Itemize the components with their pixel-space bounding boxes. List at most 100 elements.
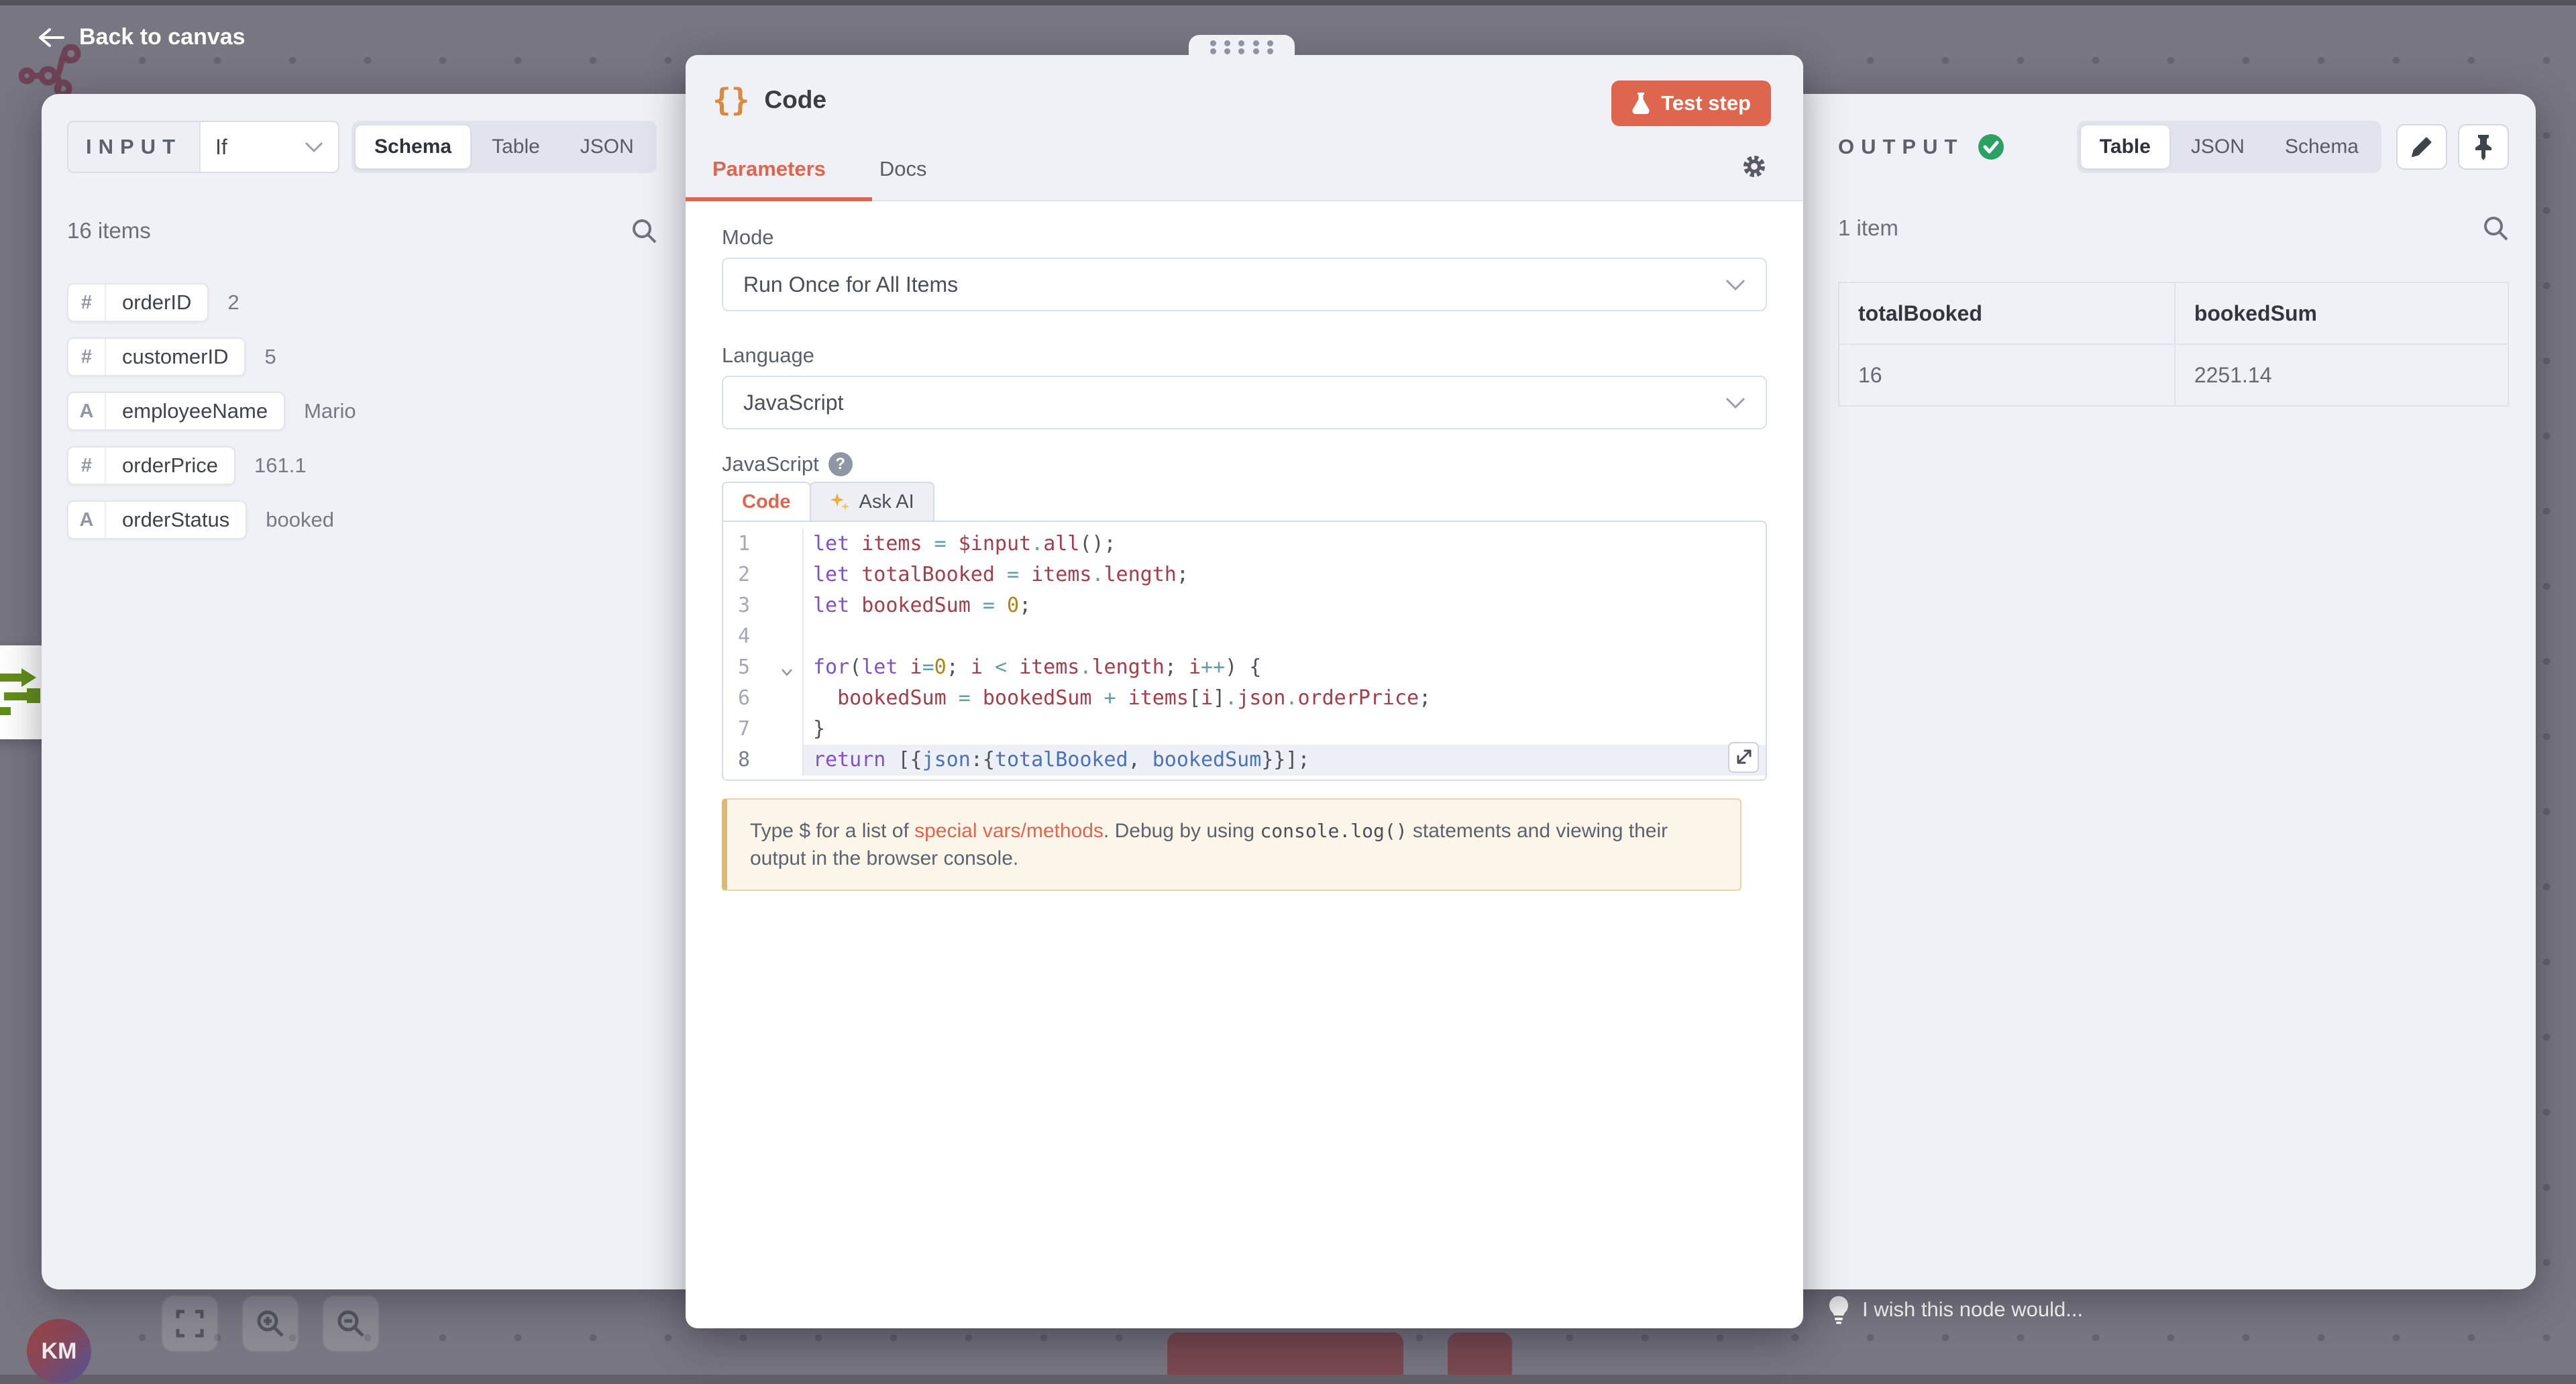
tab-parameters[interactable]: Parameters [712,157,826,181]
hint-prefix: Type $ for a list of [750,820,914,842]
fold-chevron-icon[interactable] [781,655,793,686]
node-feedback-button[interactable]: I wish this node would... [1827,1295,2083,1324]
table-cell: 2251.14 [2175,344,2508,406]
drag-dot [1224,48,1230,54]
avatar-initials: KM [42,1338,77,1365]
code-line: 5for(let i=0; i < items.length; i++) { [723,652,1766,683]
schema-field[interactable]: #orderPrice 161.1 [67,446,657,485]
drag-dot [1238,40,1244,46]
number-type-icon: # [68,284,106,321]
output-tab-json[interactable]: JSON [2172,125,2263,168]
input-search-button[interactable] [631,217,657,244]
input-label: INPUT [86,135,182,159]
input-view-tabs: Schema Table JSON [352,121,657,173]
zoom-in-button[interactable] [241,1295,299,1352]
schema-field-pill[interactable]: AorderStatus [67,500,247,539]
schema-field-value: 161.1 [254,454,307,478]
output-label: OUTPUT [1838,135,1964,159]
schema-field[interactable]: AemployeeName Mario [67,392,657,431]
drag-dot [1210,40,1216,46]
gear-icon [1740,152,1768,180]
chevron-down-icon [1725,279,1746,290]
back-to-canvas-button[interactable]: Back to canvas [38,24,246,50]
avatar[interactable]: KM [27,1319,91,1383]
editor-hint: Type $ for a list of special vars/method… [722,798,1741,891]
search-icon [2482,215,2509,242]
pin-data-button[interactable] [2458,124,2509,170]
editor-tab-code[interactable]: Code [722,482,811,521]
mode-label: Mode [722,225,1767,250]
code-editor[interactable]: 1let items = $input.all();2let totalBook… [722,521,1767,781]
drag-dot [1253,48,1259,54]
sparkles-icon [830,492,850,512]
language-select[interactable]: JavaScript [722,376,1767,429]
schema-field[interactable]: #orderID2 [67,283,657,322]
code-line: 8return [{json:{totalBooked, bookedSum}}… [723,745,1766,776]
zoom-out-button[interactable] [322,1295,380,1352]
schema-field-value: booked [266,508,334,532]
input-items-count: 16 items [67,218,151,244]
mode-select[interactable]: Run Once for All Items [722,258,1767,311]
schema-field-name: customerID [106,339,244,375]
drag-dot [1267,48,1273,54]
input-tab-table[interactable]: Table [473,125,559,168]
expand-icon [1733,747,1754,767]
number-type-icon: # [68,447,106,484]
schema-field[interactable]: AorderStatus booked [67,500,657,539]
line-number: 4 [723,621,804,652]
output-tab-table[interactable]: Table [2081,125,2169,168]
code-line: 4 [723,621,1766,652]
special-vars-link[interactable]: special vars/methods [914,820,1104,842]
output-table: totalBookedbookedSum 162251.14 [1838,282,2509,407]
string-type-icon: A [68,393,106,429]
output-search-button[interactable] [2482,215,2509,242]
flask-icon [1631,92,1650,115]
string-type-icon: A [68,502,106,538]
input-tab-json[interactable]: JSON [561,125,653,168]
code-node-icon: {} [712,82,749,118]
node-settings-button[interactable] [1740,152,1768,182]
drag-handle[interactable] [1189,35,1295,58]
editor-label: JavaScript [722,452,819,476]
language-value: JavaScript [743,390,843,415]
code-line: 7} [723,714,1766,745]
pin-icon [2471,134,2496,160]
drag-dot [1224,40,1230,46]
schema-field[interactable]: #customerID5 [67,337,657,376]
success-check-icon [1977,133,2005,161]
code-line: 1let items = $input.all(); [723,529,1766,560]
edit-output-button[interactable] [2396,124,2447,170]
input-tab-schema[interactable]: Schema [356,125,470,168]
schema-field-pill[interactable]: #customerID [67,337,246,376]
editor-tab-ask-ai[interactable]: Ask AI [810,482,934,521]
expand-editor-button[interactable] [1728,742,1759,773]
node-parameters: Mode Run Once for All Items Language Jav… [686,225,1803,891]
editor-tabs: Code Ask AI [722,482,1767,521]
schema-field-pill[interactable]: #orderID [67,283,209,322]
table-row: 162251.14 [1839,344,2508,406]
output-tab-schema[interactable]: Schema [2266,125,2377,168]
output-items-count: 1 item [1838,215,1898,241]
schema-field-name: orderPrice [106,447,234,484]
schema-field-pill[interactable]: AemployeeName [67,392,285,431]
drag-dot [1210,48,1216,54]
node-title: Code [764,86,826,114]
fit-view-button[interactable] [161,1295,219,1352]
schema-field-name: orderID [106,284,207,321]
help-icon[interactable]: ? [828,452,853,476]
schema-field-value: Mario [304,399,356,423]
output-table-header-row: totalBookedbookedSum [1839,282,2508,344]
code-node-panel: {} Code Test step Parameters Docs Mode [686,55,1803,1328]
schema-field-pill[interactable]: #orderPrice [67,446,235,485]
line-number: 7 [723,714,804,745]
test-step-button[interactable]: Test step [1611,81,1771,126]
code-line: 3let bookedSum = 0; [723,590,1766,621]
drag-dot [1238,48,1244,54]
line-number: 1 [723,529,804,560]
output-panel: OUTPUT Table JSON Schema [1803,94,2536,1289]
schema-field-list: #orderID2 #customerID5 AemployeeName Mario #… [67,283,657,539]
input-source-select[interactable]: INPUT If [67,121,339,173]
active-tab-indicator [686,197,872,201]
column-header: bookedSum [2175,282,2508,344]
tab-docs[interactable]: Docs [879,157,927,181]
